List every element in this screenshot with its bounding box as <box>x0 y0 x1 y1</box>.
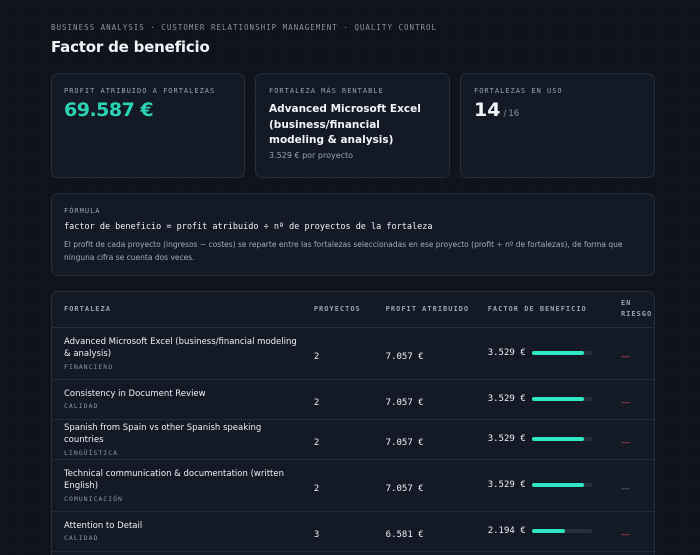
strength-cell: Technical communication & documentation … <box>52 459 302 512</box>
projects-count: 2 <box>313 351 320 362</box>
strengths-in-use-label: FORTALEZAS EN USO <box>474 87 563 95</box>
strengths-in-use-separator: / <box>503 109 507 119</box>
top-strength-card: FORTALEZA MÁS RENTABLE Advanced Microsof… <box>255 73 450 178</box>
benefit-factor-bar <box>531 397 592 401</box>
attributed-profit: 7.057 € <box>385 483 424 494</box>
strength-category: CALIDAD <box>64 534 99 543</box>
top-strength-sub: 3.529 € por proyecto <box>269 150 354 160</box>
table-row[interactable]: Attention to Detail CALIDAD 3 6.581 € 2.194 … <box>52 511 654 552</box>
at-risk-indicator: — <box>620 351 630 362</box>
strength-category: FINANCIERO <box>64 362 114 371</box>
benefit-factor-bar-fill <box>531 351 585 355</box>
strengths-in-use-card: FORTALEZAS EN USO 14 / 16 <box>460 73 655 178</box>
strength-name: Advanced Microsoft Excel (business/finan… <box>64 336 297 360</box>
table-row[interactable]: Spanish from Spain vs other Spanish spea… <box>52 419 654 460</box>
strength-name: Technical communication & documentation … <box>64 468 284 492</box>
attributed-profit: 6.581 € <box>385 529 424 540</box>
attributed-profit: 7.057 € <box>385 437 424 448</box>
profit-card: PROFIT ATRIBUIDO A FORTALEZAS 69.587 € <box>51 73 245 178</box>
table-header-row: FORTALEZA PROYECTOS PROFIT ATRIBUIDO FAC… <box>52 292 654 328</box>
benefit-factor: 3.529 € <box>487 480 526 490</box>
benefit-factor-bar-fill <box>531 397 585 401</box>
strength-cell: Advanced Microsoft Excel (business/finan… <box>52 327 302 380</box>
column-header-factor[interactable]: FACTOR DE BENEFICIO <box>475 292 609 328</box>
projects-count: 2 <box>313 397 320 408</box>
at-risk-indicator: — <box>620 397 630 408</box>
benefit-factor: 3.529 € <box>487 394 526 404</box>
at-risk-indicator: — <box>620 437 630 448</box>
strengths-in-use-total: 16 <box>508 109 520 119</box>
top-strength-name: Advanced Microsoft Excel (business/finan… <box>269 103 421 146</box>
strength-cell: Attention to Detail CALIDAD <box>52 511 302 552</box>
projects-count: 2 <box>313 483 320 494</box>
strengths-table: FORTALEZA PROYECTOS PROFIT ATRIBUIDO FAC… <box>52 292 654 552</box>
benefit-factor-bar-fill <box>531 437 585 441</box>
projects-count: 3 <box>313 529 320 540</box>
benefit-factor: 3.529 € <box>487 434 526 444</box>
benefit-factor-bar-fill <box>531 529 565 533</box>
strength-category: COMUNICACIÓN <box>64 494 123 503</box>
benefit-factor-bar <box>531 437 592 441</box>
benefit-factor-bar <box>531 529 592 533</box>
table-row[interactable]: Advanced Microsoft Excel (business/finan… <box>52 327 654 380</box>
benefit-factor: 2.194 € <box>487 526 526 536</box>
attributed-profit: 7.057 € <box>385 397 424 408</box>
page-title: Factor de beneficio <box>51 38 210 56</box>
benefit-factor-bar <box>531 351 592 355</box>
table-row[interactable]: Consistency in Document Review CALIDAD 2 7.… <box>52 379 654 420</box>
strengths-table-card: FORTALEZA PROYECTOS PROFIT ATRIBUIDO FAC… <box>51 291 655 555</box>
benefit-factor-bar <box>531 483 592 487</box>
table-row[interactable]: Technical communication & documentation … <box>52 459 654 512</box>
profit-card-label: PROFIT ATRIBUIDO A FORTALEZAS <box>64 87 216 95</box>
strength-name: Consistency in Document Review <box>64 388 206 399</box>
at-risk-indicator: — <box>620 529 630 540</box>
column-header-risk[interactable]: EN RIESGO <box>608 292 654 328</box>
strength-category: LINGÜÍSTICA <box>64 448 119 457</box>
strength-cell: Consistency in Document Review CALIDAD <box>52 379 302 420</box>
formula-label: FÓRMULA <box>64 207 101 215</box>
strength-name: Spanish from Spain vs other Spanish spea… <box>64 422 262 446</box>
formula-description: El profit de cada proyecto (ingresos − c… <box>64 240 623 262</box>
table-body: Advanced Microsoft Excel (business/finan… <box>52 327 654 552</box>
benefit-factor-bar-fill <box>531 483 585 487</box>
benefit-factor: 3.529 € <box>487 348 526 358</box>
column-header-projects[interactable]: PROYECTOS <box>301 292 374 328</box>
top-strength-label: FORTALEZA MÁS RENTABLE <box>269 87 384 95</box>
formula-card: FÓRMULA factor de beneficio = profit atr… <box>51 193 655 276</box>
breadcrumb: BUSINESS ANALYSIS · CUSTOMER RELATIONSHI… <box>51 23 438 32</box>
attributed-profit: 7.057 € <box>385 351 424 362</box>
strength-category: CALIDAD <box>64 402 99 411</box>
formula-code: factor de beneficio = profit atribuido ÷… <box>64 222 433 232</box>
strengths-in-use-count: 14 <box>474 99 501 121</box>
column-header-profit[interactable]: PROFIT ATRIBUIDO <box>373 292 476 328</box>
strength-name: Attention to Detail <box>64 520 143 531</box>
column-header-strength[interactable]: FORTALEZA <box>52 292 302 328</box>
at-risk-indicator: — <box>620 483 630 494</box>
strength-cell: Spanish from Spain vs other Spanish spea… <box>52 419 302 460</box>
projects-count: 2 <box>313 437 320 448</box>
profit-value: 69.587 € <box>64 99 154 121</box>
